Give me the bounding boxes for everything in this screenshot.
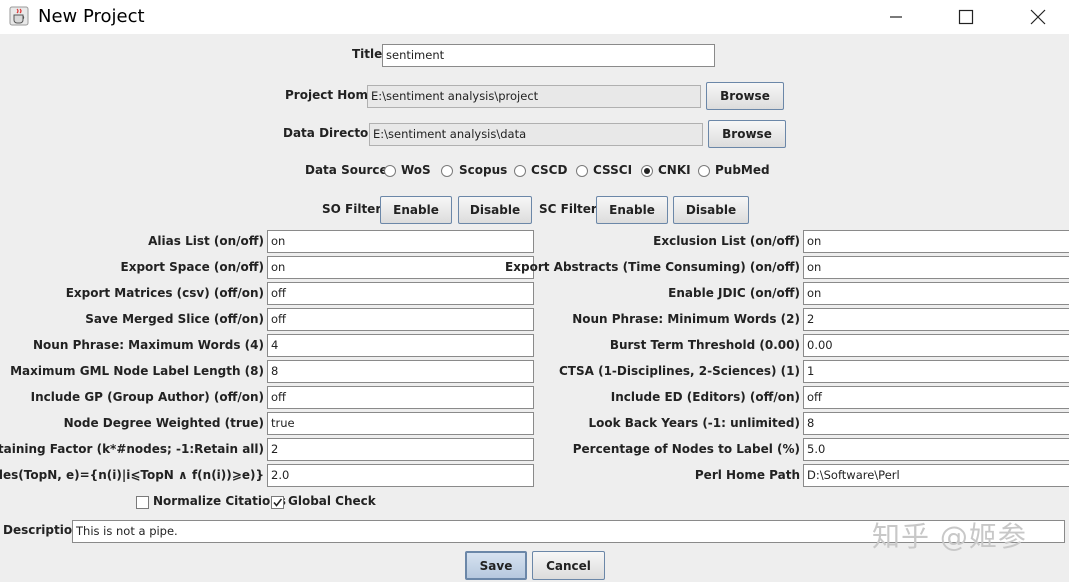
window-title: New Project bbox=[38, 6, 145, 27]
data-source-label: Data Source bbox=[305, 163, 388, 177]
export-space-label: Export Space (on/off) bbox=[120, 260, 264, 274]
burst-term-threshold-input[interactable]: 0.00 bbox=[803, 334, 1069, 357]
close-icon bbox=[1030, 9, 1046, 25]
alias-list-label: Alias List (on/off) bbox=[148, 234, 264, 248]
minimize-button[interactable] bbox=[866, 0, 926, 34]
export-abstracts-label: Export Abstracts (Time Consuming) (on/of… bbox=[505, 260, 800, 274]
noun-phrase-min-label: Noun Phrase: Minimum Words (2) bbox=[572, 312, 800, 326]
title-bar: New Project bbox=[0, 0, 1069, 34]
gml-label-length-input[interactable]: 8 bbox=[267, 360, 534, 383]
radio-cscd-label[interactable]: CSCD bbox=[531, 159, 567, 181]
include-ed-label: Include ED (Editors) (off/on) bbox=[610, 390, 800, 404]
normalize-citations-label[interactable]: Normalize Citations bbox=[153, 490, 286, 512]
perl-home-path-label: Perl Home Path bbox=[694, 468, 800, 482]
include-gp-input[interactable]: off bbox=[267, 386, 534, 409]
percentage-nodes-input[interactable]: 5.0 bbox=[803, 438, 1069, 461]
project-home-browse-button[interactable]: Browse bbox=[706, 82, 784, 110]
noun-phrase-max-input[interactable]: 4 bbox=[267, 334, 534, 357]
radio-pubmed[interactable] bbox=[698, 165, 710, 177]
include-gp-label: Include GP (Group Author) (off/on) bbox=[30, 390, 264, 404]
save-button[interactable]: Save bbox=[465, 551, 527, 580]
ctsa-label: CTSA (1-Disciplines, 2-Sciences) (1) bbox=[559, 364, 800, 378]
export-matrices-input[interactable]: off bbox=[267, 282, 534, 305]
maximize-icon bbox=[958, 9, 974, 25]
radio-cscd[interactable] bbox=[514, 165, 526, 177]
watermark: 知乎 @姬参 bbox=[872, 520, 1027, 553]
noun-phrase-min-input[interactable]: 2 bbox=[803, 308, 1069, 331]
checkmark-icon bbox=[273, 498, 283, 507]
radio-cssci[interactable] bbox=[576, 165, 588, 177]
radio-cnki-label[interactable]: CNKI bbox=[658, 159, 691, 181]
link-retaining-factor-input[interactable]: 2 bbox=[267, 438, 534, 461]
nodes-topn-input[interactable]: 2.0 bbox=[267, 464, 534, 487]
minimize-icon bbox=[890, 16, 902, 18]
export-space-input[interactable]: on bbox=[267, 256, 534, 279]
enable-jdic-input[interactable]: on bbox=[803, 282, 1069, 305]
exclusion-list-label: Exclusion List (on/off) bbox=[653, 234, 800, 248]
ctsa-input[interactable]: 1 bbox=[803, 360, 1069, 383]
sc-filter-label: SC Filter: bbox=[539, 202, 602, 216]
alias-list-input[interactable]: on bbox=[267, 230, 534, 253]
export-abstracts-input[interactable]: on bbox=[803, 256, 1069, 279]
perl-home-path-input[interactable]: D:\Software\Perl bbox=[803, 464, 1069, 487]
data-directory-browse-button[interactable]: Browse bbox=[708, 120, 786, 148]
radio-scopus-label[interactable]: Scopus bbox=[459, 159, 507, 181]
project-home-label: Project Home bbox=[285, 88, 377, 102]
close-button[interactable] bbox=[1008, 0, 1068, 34]
export-matrices-label: Export Matrices (csv) (off/on) bbox=[65, 286, 264, 300]
radio-wos-label[interactable]: WoS bbox=[401, 159, 431, 181]
look-back-years-label: Look Back Years (-1: unlimited) bbox=[588, 416, 800, 430]
node-degree-weighted-label: Node Degree Weighted (true) bbox=[63, 416, 264, 430]
percentage-nodes-label: Percentage of Nodes to Label (%) bbox=[572, 442, 800, 456]
noun-phrase-max-label: Noun Phrase: Maximum Words (4) bbox=[33, 338, 264, 352]
radio-selected-dot bbox=[644, 168, 650, 174]
radio-scopus[interactable] bbox=[441, 165, 453, 177]
so-filter-label: SO Filter: bbox=[322, 202, 387, 216]
radio-cnki[interactable] bbox=[641, 165, 653, 177]
project-home-field[interactable]: E:\sentiment analysis\project bbox=[367, 85, 701, 108]
title-label: Title bbox=[352, 47, 383, 61]
save-merged-slice-input[interactable]: off bbox=[267, 308, 534, 331]
java-cup-icon bbox=[9, 6, 29, 26]
data-directory-field[interactable]: E:\sentiment analysis\data bbox=[369, 123, 703, 146]
include-ed-input[interactable]: off bbox=[803, 386, 1069, 409]
radio-wos[interactable] bbox=[384, 165, 396, 177]
sc-filter-disable-button[interactable]: Disable bbox=[673, 196, 749, 224]
maximize-button[interactable] bbox=[936, 0, 996, 34]
radio-pubmed-label[interactable]: PubMed bbox=[715, 159, 770, 181]
look-back-years-input[interactable]: 8 bbox=[803, 412, 1069, 435]
enable-jdic-label: Enable JDIC (on/off) bbox=[668, 286, 800, 300]
so-filter-enable-button[interactable]: Enable bbox=[380, 196, 452, 224]
description-label: Description bbox=[3, 523, 81, 537]
global-check-label[interactable]: Global Check bbox=[288, 490, 376, 512]
so-filter-disable-button[interactable]: Disable bbox=[458, 196, 532, 224]
save-merged-slice-label: Save Merged Slice (off/on) bbox=[85, 312, 264, 326]
radio-cssci-label[interactable]: CSSCI bbox=[593, 159, 632, 181]
sc-filter-enable-button[interactable]: Enable bbox=[596, 196, 668, 224]
normalize-citations-checkbox[interactable] bbox=[136, 496, 149, 509]
nodes-topn-label: Nodes(TopN, e)={n(i)|i⩽TopN ∧ f(n(i))⩾e)… bbox=[0, 468, 264, 482]
global-check-checkbox[interactable] bbox=[271, 496, 284, 509]
link-retaining-factor-label: Link Retaining Factor (k*#nodes; -1:Reta… bbox=[0, 442, 264, 456]
burst-term-threshold-label: Burst Term Threshold (0.00) bbox=[609, 338, 800, 352]
exclusion-list-input[interactable]: on bbox=[803, 230, 1069, 253]
data-directory-label: Data Directory bbox=[283, 126, 383, 140]
gml-label-length-label: Maximum GML Node Label Length (8) bbox=[10, 364, 264, 378]
node-degree-weighted-input[interactable]: true bbox=[267, 412, 534, 435]
title-input[interactable]: sentiment bbox=[382, 44, 715, 67]
cancel-button[interactable]: Cancel bbox=[532, 551, 605, 580]
